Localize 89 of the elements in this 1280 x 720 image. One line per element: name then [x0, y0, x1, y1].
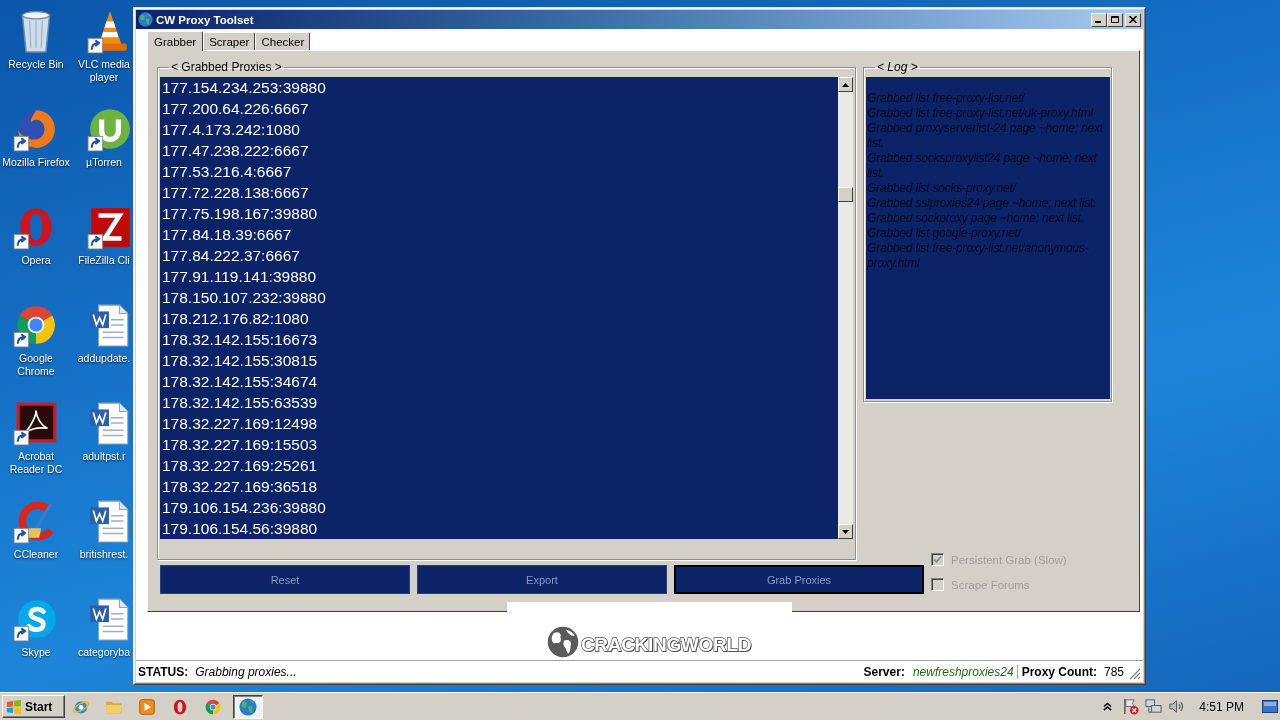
- windows-flag-icon: [6, 698, 22, 715]
- proxy-list-item[interactable]: 177.75.198.167:39880: [162, 203, 838, 224]
- desktop-icon-label[interactable]: addupdate.: [75, 352, 133, 365]
- network-icon[interactable]: [1145, 698, 1163, 715]
- scroll-thumb[interactable]: [838, 187, 853, 202]
- scroll-down-button[interactable]: [838, 524, 853, 539]
- proxy-list-item[interactable]: 178.32.142.155:30815: [162, 350, 838, 371]
- log-line: Grabbed list free-proxy-list.net/anonymous-proxy.html: [867, 241, 1090, 271]
- minimize-button[interactable]: [1091, 12, 1107, 27]
- proxy-list-item[interactable]: 177.53.216.4:6667: [162, 161, 838, 182]
- proxy-list-item[interactable]: 179.106.154.236:39880: [162, 497, 838, 518]
- chevron-up-icon[interactable]: [1103, 702, 1113, 711]
- desktop-icon-label[interactable]: categoryba: [75, 646, 133, 659]
- count-label: Proxy Count:: [1021, 664, 1097, 679]
- log-line: Grabbed proxyserverlist-24 page ~home; next list.: [867, 121, 1105, 151]
- close-icon: [1129, 16, 1137, 23]
- desktop-icon-label[interactable]: britishrest.: [75, 548, 133, 561]
- action-button[interactable]: Grab Proxies: [674, 565, 924, 594]
- proxy-list-item[interactable]: 177.84.222.37:6667: [162, 245, 838, 266]
- server-label: Server:: [863, 664, 905, 679]
- show-desktop-icon[interactable]: [1262, 699, 1278, 714]
- proxy-list-item[interactable]: 178.150.107.232:39880: [162, 287, 838, 308]
- play-icon: [138, 697, 156, 716]
- proxy-list-item[interactable]: 177.91.119.141:39880: [162, 266, 838, 287]
- desktop-icon-label[interactable]: Recycle Bin: [1, 58, 71, 71]
- speaker-icon[interactable]: [1168, 698, 1186, 715]
- browser-circle-icon: [204, 697, 222, 716]
- tab[interactable]: Grabber: [147, 31, 204, 51]
- log-line: Grabbed sockproxy page ~home; next list.: [867, 211, 1086, 226]
- proxy-list-item[interactable]: 178.32.142.155:63539: [162, 392, 838, 413]
- log-line: Grabbed list free-proxy-list.net/uk-proxy.html: [867, 106, 1095, 121]
- curve-tile-icon[interactable]: [13, 400, 59, 446]
- circle-logo-icon[interactable]: [87, 106, 133, 152]
- proxy-list-item[interactable]: 178.212.176.82:1080: [162, 308, 838, 329]
- desktop-icon-label[interactable]: VLC media player: [75, 58, 133, 84]
- action-button[interactable]: Reset: [160, 565, 410, 594]
- close-button[interactable]: [1125, 12, 1141, 27]
- desktop-icon-label[interactable]: Mozilla Firefox: [1, 156, 71, 169]
- desktop-icon-label[interactable]: Opera: [1, 254, 71, 267]
- group-title: < Grabbed Proxies >: [170, 60, 283, 74]
- scroll-up-button[interactable]: [838, 77, 853, 92]
- taskbar-button[interactable]: [233, 694, 263, 719]
- proxy-list-item[interactable]: 178.32.227.169:36518: [162, 476, 838, 497]
- logo-text: CRACKINGWORLD: [580, 633, 752, 657]
- tab[interactable]: Scraper: [203, 32, 256, 50]
- proxy-list-item[interactable]: 178.32.142.155:16673: [162, 329, 838, 350]
- proxy-list-item[interactable]: 177.154.234.253:39880: [162, 77, 838, 98]
- log-line: Grabbed list free-proxy-list.net/: [867, 91, 1027, 106]
- count-value: 785: [1103, 664, 1124, 679]
- status-text: Grabbing proxies...: [195, 664, 297, 679]
- globe-icon: [138, 12, 153, 27]
- ring-icon: [171, 697, 189, 716]
- proxy-list-item[interactable]: 177.47.238.222:6667: [162, 140, 838, 161]
- globe-icon: [239, 697, 257, 716]
- server-name: newfreshproxies24: [912, 664, 1018, 679]
- clock[interactable]: 4:51 PM: [1199, 699, 1244, 714]
- window-title: CW Proxy Toolset: [156, 13, 254, 26]
- proxy-list-item[interactable]: 178.32.227.169:12498: [162, 413, 838, 434]
- check-icon: [933, 555, 942, 564]
- maximize-button[interactable]: [1107, 12, 1123, 27]
- group-title: < Log >: [876, 60, 919, 74]
- log-line: Grabbed list google-proxy.net/: [867, 226, 1023, 241]
- status-label: STATUS:: [138, 664, 189, 679]
- start-button[interactable]: Start: [2, 695, 65, 718]
- desktop-icon-label[interactable]: FileZilla Cli: [75, 254, 133, 267]
- proxy-list-item[interactable]: 177.72.228.138:6667: [162, 182, 838, 203]
- proxy-list-item[interactable]: 177.84.18.39:6667: [162, 224, 838, 245]
- desktop-icon-label[interactable]: µTorren: [75, 156, 133, 169]
- proxy-list-item[interactable]: 178.32.142.155:34674: [162, 371, 838, 392]
- desktop-icon-label[interactable]: Google Chrome: [1, 352, 71, 378]
- tab[interactable]: Checker: [255, 32, 311, 50]
- proxy-list-item[interactable]: 177.4.173.242:1080: [162, 119, 838, 140]
- log-line: Grabbed list socks-proxy.net/: [867, 181, 1018, 196]
- log-line: Grabbed sslproxies24 page ~home; next list.: [867, 196, 1098, 211]
- proxy-list-item[interactable]: 178.32.227.169:15503: [162, 434, 838, 455]
- proxy-list-item[interactable]: 179.106.154.56:39880: [162, 518, 838, 539]
- desktop-icon-label[interactable]: Acrobat Reader DC: [1, 450, 71, 476]
- proxy-list-item[interactable]: 177.200.64.226:6667: [162, 98, 838, 119]
- resize-grip-icon[interactable]: [1129, 668, 1141, 680]
- action-button[interactable]: Export: [417, 565, 667, 594]
- log-line: Grabbed socksproxylist24 page ~home; next list.: [867, 151, 1098, 181]
- maximize-icon: [1111, 16, 1119, 23]
- down-arrow-icon: [842, 529, 849, 534]
- up-arrow-icon: [842, 82, 849, 87]
- desktop-icon-label[interactable]: adultpst.r: [75, 450, 133, 463]
- flag-icon[interactable]: [1122, 698, 1140, 715]
- proxy-list-item[interactable]: 178.32.227.169:25261: [162, 455, 838, 476]
- desktop-icon-label[interactable]: CCleaner: [1, 548, 71, 561]
- desktop-icon-label[interactable]: Skype: [1, 646, 71, 659]
